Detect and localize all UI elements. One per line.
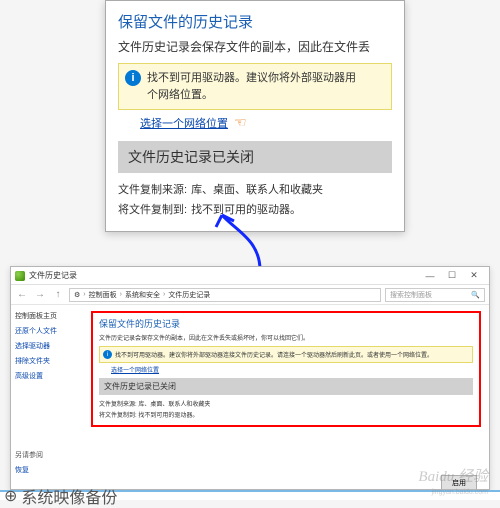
pointer-hand-icon: ☜ bbox=[234, 114, 247, 131]
info-text: 找不到可用驱动器。建议你将外部驱动器用个网络位置。 bbox=[147, 70, 356, 103]
info-icon: i bbox=[103, 350, 112, 359]
enable-button[interactable]: 启用 bbox=[441, 475, 477, 489]
navbar: ← → ↑ ⚙ › 控制面板 › 系统和安全 › 文件历史记录 搜索控制面板 🔍 bbox=[11, 285, 489, 305]
info-banner: i 找不到可用驱动器。建议你将外部驱动器用个网络位置。 bbox=[118, 63, 392, 110]
copy-from-row: 文件复制来源: 库、桌面、联系人和收藏夹 bbox=[99, 399, 473, 408]
search-input[interactable]: 搜索控制面板 🔍 bbox=[385, 288, 485, 302]
sidebar-item-exclude[interactable]: 排除文件夹 bbox=[15, 356, 79, 366]
close-button[interactable]: ✕ bbox=[463, 269, 485, 283]
window-title: 文件历史记录 bbox=[29, 270, 419, 281]
back-button[interactable]: ← bbox=[15, 288, 29, 302]
forward-button[interactable]: → bbox=[33, 288, 47, 302]
see-also: 另请参阅 恢复 bbox=[15, 447, 43, 480]
sidebar: 控制面板主页 还原个人文件 选择驱动器 排除文件夹 高级设置 另请参阅 恢复 bbox=[11, 305, 83, 489]
main-title: 保留文件的历史记录 bbox=[99, 317, 473, 330]
sidebar-item-advanced[interactable]: 高级设置 bbox=[15, 371, 79, 381]
search-icon: 🔍 bbox=[471, 291, 480, 299]
bottom-bar: ⊕ 系统映像备份 bbox=[0, 490, 500, 500]
callout-arrow-icon bbox=[210, 205, 290, 275]
copy-from-row: 文件复制来源: 库、桌面、联系人和收藏夹 bbox=[118, 181, 392, 197]
network-location-link-row: 选择一个网络位置 ☜ bbox=[140, 114, 392, 131]
sidebar-header[interactable]: 控制面板主页 bbox=[15, 311, 79, 321]
panel-description: 文件历史记录会保存文件的副本，因此在文件丢 bbox=[118, 38, 392, 55]
file-history-window: 文件历史记录 — ☐ ✕ ← → ↑ ⚙ › 控制面板 › 系统和安全 › 文件… bbox=[10, 266, 490, 490]
select-network-location-link[interactable]: 选择一个网络位置 bbox=[140, 115, 228, 131]
up-button[interactable]: ↑ bbox=[51, 288, 65, 302]
info-icon: i bbox=[125, 70, 141, 86]
copy-to-row: 将文件复制到: 找不到可用的驱动器。 bbox=[99, 410, 473, 419]
highlight-box: 保留文件的历史记录 文件历史记录会保存文件的副本，因此在文件丢失或损坏时，你可以… bbox=[91, 311, 481, 427]
maximize-button[interactable]: ☐ bbox=[441, 269, 463, 283]
status-header: 文件历史记录已关闭 bbox=[118, 141, 392, 173]
sidebar-item-drive[interactable]: 选择驱动器 bbox=[15, 341, 79, 351]
app-icon bbox=[15, 271, 25, 281]
minimize-button[interactable]: — bbox=[419, 269, 441, 283]
select-network-location-link[interactable]: 选择一个网络位置 bbox=[111, 365, 473, 374]
zoom-detail-panel: 保留文件的历史记录 文件历史记录会保存文件的副本，因此在文件丢 i 找不到可用驱… bbox=[105, 0, 405, 232]
breadcrumb-icon: ⚙ bbox=[74, 291, 80, 299]
titlebar: 文件历史记录 — ☐ ✕ bbox=[11, 267, 489, 285]
main-description: 文件历史记录会保存文件的副本，因此在文件丢失或损坏时，你可以找回它们。 bbox=[99, 333, 473, 342]
main-info-banner: i 找不到可用驱动器。建议你将外部驱动器连接文件历史记录。请连接一个驱动器然后刷… bbox=[99, 346, 473, 363]
main-content: 保留文件的历史记录 文件历史记录会保存文件的副本，因此在文件丢失或损坏时，你可以… bbox=[83, 305, 489, 489]
status-header: 文件历史记录已关闭 bbox=[99, 378, 473, 395]
breadcrumb[interactable]: ⚙ › 控制面板 › 系统和安全 › 文件历史记录 bbox=[69, 288, 381, 302]
panel-title: 保留文件的历史记录 bbox=[118, 11, 392, 32]
sidebar-item-restore[interactable]: 还原个人文件 bbox=[15, 326, 79, 336]
